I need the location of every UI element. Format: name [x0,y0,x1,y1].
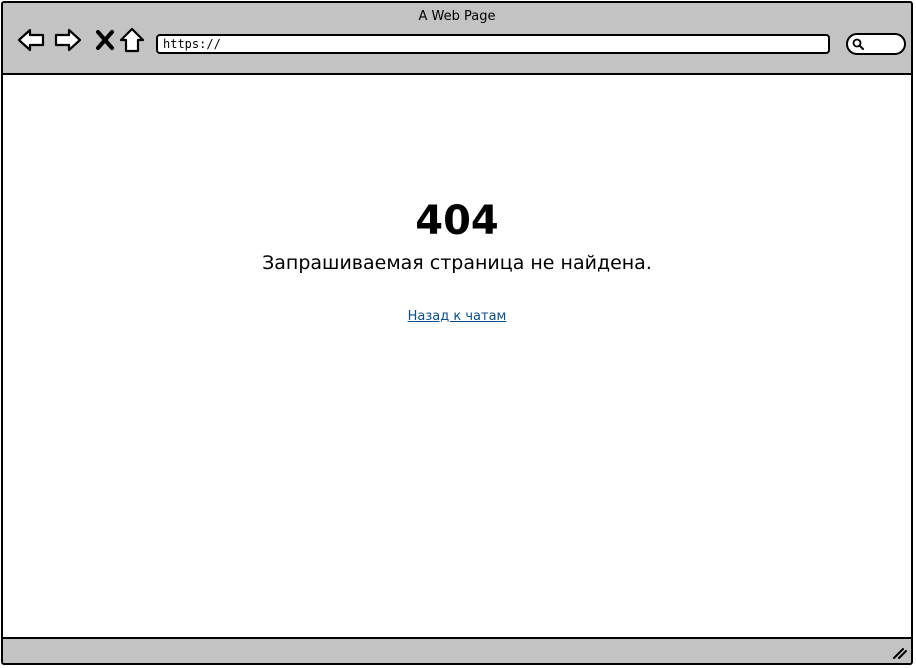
browser-toolbar: A Web Page https:// [3,3,911,75]
back-link-container: Назад к чатам [3,309,911,324]
close-x-icon[interactable] [90,25,120,55]
resize-grip-icon[interactable] [891,644,907,660]
search-box[interactable] [846,33,906,55]
window-title: A Web Page [418,9,496,24]
back-to-chats-link[interactable]: Назад к чатам [408,309,507,324]
url-input[interactable]: https:// [156,34,830,54]
home-icon[interactable] [117,25,147,55]
error-message: Запрашиваемая страница не найдена. [262,252,652,274]
status-bar [3,637,911,663]
search-icon [852,38,864,50]
back-arrow-icon[interactable] [16,25,46,55]
forward-arrow-icon[interactable] [53,25,83,55]
page-content: 404 Запрашиваемая страница не найдена. Н… [3,75,911,641]
error-code: 404 [415,198,499,244]
browser-window: A Web Page https:// 404 Запрашиваемая ст… [1,1,913,665]
